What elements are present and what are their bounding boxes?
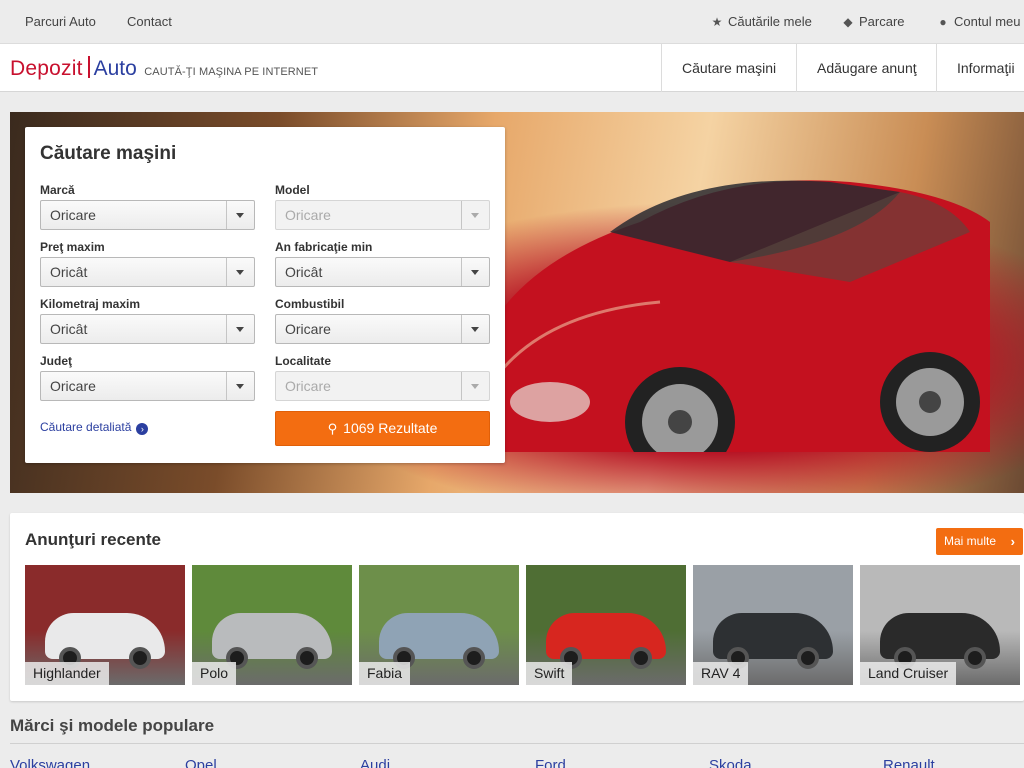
max-price-select[interactable]: Oricât (40, 257, 255, 287)
model-select[interactable]: Oricare (275, 200, 490, 230)
results-button[interactable]: ⚲ 1069 Rezultate (275, 411, 490, 446)
site-header: Depozit Auto CAUTĂ-ŢI MAŞINA PE INTERNET … (0, 44, 1024, 92)
nav-information[interactable]: Informaţii (936, 44, 1024, 92)
chevron-right-icon: › (1010, 534, 1015, 549)
search-panel: Căutare maşini Marcă Oricare Model Orica… (25, 127, 505, 463)
wheel (463, 647, 485, 669)
brand-select[interactable]: Oricare (40, 200, 255, 230)
brand-link[interactable]: Skoda (709, 757, 752, 768)
top-utility-bar: Parcuri Auto Contact ★ Căutările mele ◆ Pa… (0, 0, 1024, 44)
listing-model-label: Land Cruiser (860, 662, 957, 685)
user-icon: ● (939, 15, 947, 29)
logo-separator (87, 56, 90, 78)
county-label: Judeţ (40, 354, 73, 368)
detailed-search-link[interactable]: Căutare detaliată › (40, 420, 149, 435)
contact-link[interactable]: Contact (127, 14, 172, 29)
locality-select[interactable]: Oricare (275, 371, 490, 401)
chevron-down-icon (461, 258, 489, 286)
chevron-down-icon (226, 315, 254, 343)
saved-searches-link[interactable]: ★ Căutările mele (710, 14, 812, 29)
locality-label: Localitate (275, 354, 332, 368)
chevron-down-icon (461, 372, 489, 400)
divider (10, 743, 1024, 744)
county-select[interactable]: Oricare (40, 371, 255, 401)
account-link[interactable]: ● Contul meu (936, 14, 1020, 29)
search-icon: ⚲ (327, 421, 338, 436)
recent-listings-section: Anunţuri recente Mai multe › Highlander Po… (10, 513, 1024, 701)
listing-card[interactable]: Fabia (359, 565, 519, 685)
chevron-down-icon (461, 201, 489, 229)
max-price-label: Preţ maxim (40, 240, 105, 254)
wheel (964, 647, 986, 669)
site-logo[interactable]: Depozit Auto CAUTĂ-ŢI MAŞINA PE INTERNET (10, 56, 318, 81)
model-label: Model (275, 183, 310, 197)
parking-link[interactable]: ◆ Parcare (841, 14, 904, 29)
chevron-down-icon (226, 258, 254, 286)
star-icon: ★ (711, 15, 723, 29)
brand-link[interactable]: Ford (535, 757, 566, 768)
listing-card[interactable]: RAV 4 (693, 565, 853, 685)
brand-link[interactable]: Renault (883, 757, 935, 768)
listing-model-label: Polo (192, 662, 237, 685)
min-year-label: An fabricaţie min (275, 240, 373, 254)
nav-add-listing[interactable]: Adăugare anunţ (796, 44, 936, 92)
brand-link[interactable]: Volkswagen (10, 757, 90, 768)
search-title: Căutare maşini (40, 143, 177, 164)
max-mileage-label: Kilometraj maxim (40, 297, 141, 311)
brand-label: Marcă (40, 183, 75, 197)
listing-card[interactable]: Polo (192, 565, 352, 685)
chevron-down-icon (226, 372, 254, 400)
listing-card[interactable]: Highlander (25, 565, 185, 685)
wheel (129, 647, 151, 669)
brand-link[interactable]: Opel (185, 757, 217, 768)
wheel (296, 647, 318, 669)
chevron-right-circle-icon: › (136, 423, 149, 435)
listing-model-label: Fabia (359, 662, 411, 685)
chevron-down-icon (461, 315, 489, 343)
wheel (797, 647, 819, 669)
max-mileage-select[interactable]: Oricât (40, 314, 255, 344)
chevron-down-icon (226, 201, 254, 229)
listing-model-label: RAV 4 (693, 662, 749, 685)
tag-icon: ◆ (843, 15, 853, 29)
wheel (630, 647, 652, 669)
fuel-label: Combustibil (275, 297, 345, 311)
nav-search-cars[interactable]: Căutare maşini (661, 44, 796, 92)
listing-card[interactable]: Swift (526, 565, 686, 685)
parcuri-auto-link[interactable]: Parcuri Auto (25, 14, 96, 29)
listing-model-label: Swift (526, 662, 573, 685)
logo-tagline: CAUTĂ-ŢI MAŞINA PE INTERNET (144, 66, 319, 78)
popular-brands-title: Mărci şi modele populare (10, 716, 215, 735)
min-year-select[interactable]: Oricât (275, 257, 490, 287)
recent-listings-title: Anunţuri recente (25, 530, 162, 549)
listing-card[interactable]: Land Cruiser (860, 565, 1020, 685)
listing-model-label: Highlander (25, 662, 109, 685)
hero-car-image (470, 180, 990, 452)
brand-link[interactable]: Audi (360, 757, 390, 768)
fuel-select[interactable]: Oricare (275, 314, 490, 344)
more-listings-button[interactable]: Mai multe › (936, 528, 1023, 555)
